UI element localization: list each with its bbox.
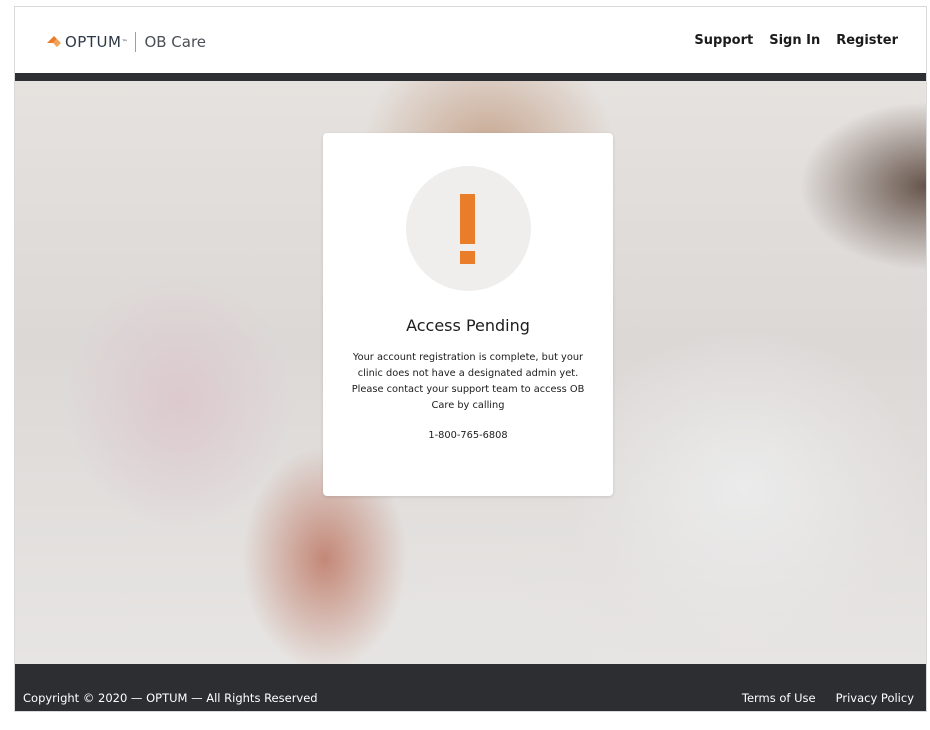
nav-sign-in-link[interactable]: Sign In: [769, 33, 820, 48]
exclamation-bar: [460, 194, 475, 244]
copyright-text: Copyright © 2020 — OPTUM — All Rights Re…: [23, 691, 318, 705]
card-title: Access Pending: [406, 316, 530, 335]
optum-logo-icon: [47, 36, 61, 47]
site-header: OPTUM ™ OB Care Support Sign In Register: [15, 7, 926, 73]
access-pending-card: Access Pending Your account registration…: [323, 133, 613, 496]
card-message: Your account registration is complete, b…: [351, 352, 585, 411]
terms-of-use-link[interactable]: Terms of Use: [742, 691, 816, 705]
nav-register-link[interactable]: Register: [836, 33, 898, 48]
privacy-policy-link[interactable]: Privacy Policy: [836, 691, 914, 705]
logo-divider: [135, 32, 137, 52]
nav-support-link[interactable]: Support: [694, 33, 753, 48]
product-name: OB Care: [144, 33, 207, 51]
header-divider-bar: [15, 73, 926, 81]
brand-trademark: ™: [121, 38, 128, 46]
support-phone: 1-800-765-6808: [428, 430, 508, 441]
hero-background: Access Pending Your account registration…: [15, 81, 926, 664]
optum-logo[interactable]: OPTUM ™ OB Care: [45, 32, 206, 52]
top-nav: Support Sign In Register: [694, 33, 898, 48]
footer-links: Terms of Use Privacy Policy: [742, 691, 914, 705]
page-frame: OPTUM ™ OB Care Support Sign In Register…: [14, 6, 927, 712]
exclamation-dot: [460, 251, 475, 264]
site-footer: Copyright © 2020 — OPTUM — All Rights Re…: [15, 664, 926, 711]
brand-name: OPTUM: [65, 33, 122, 51]
exclamation-icon: [406, 166, 531, 291]
